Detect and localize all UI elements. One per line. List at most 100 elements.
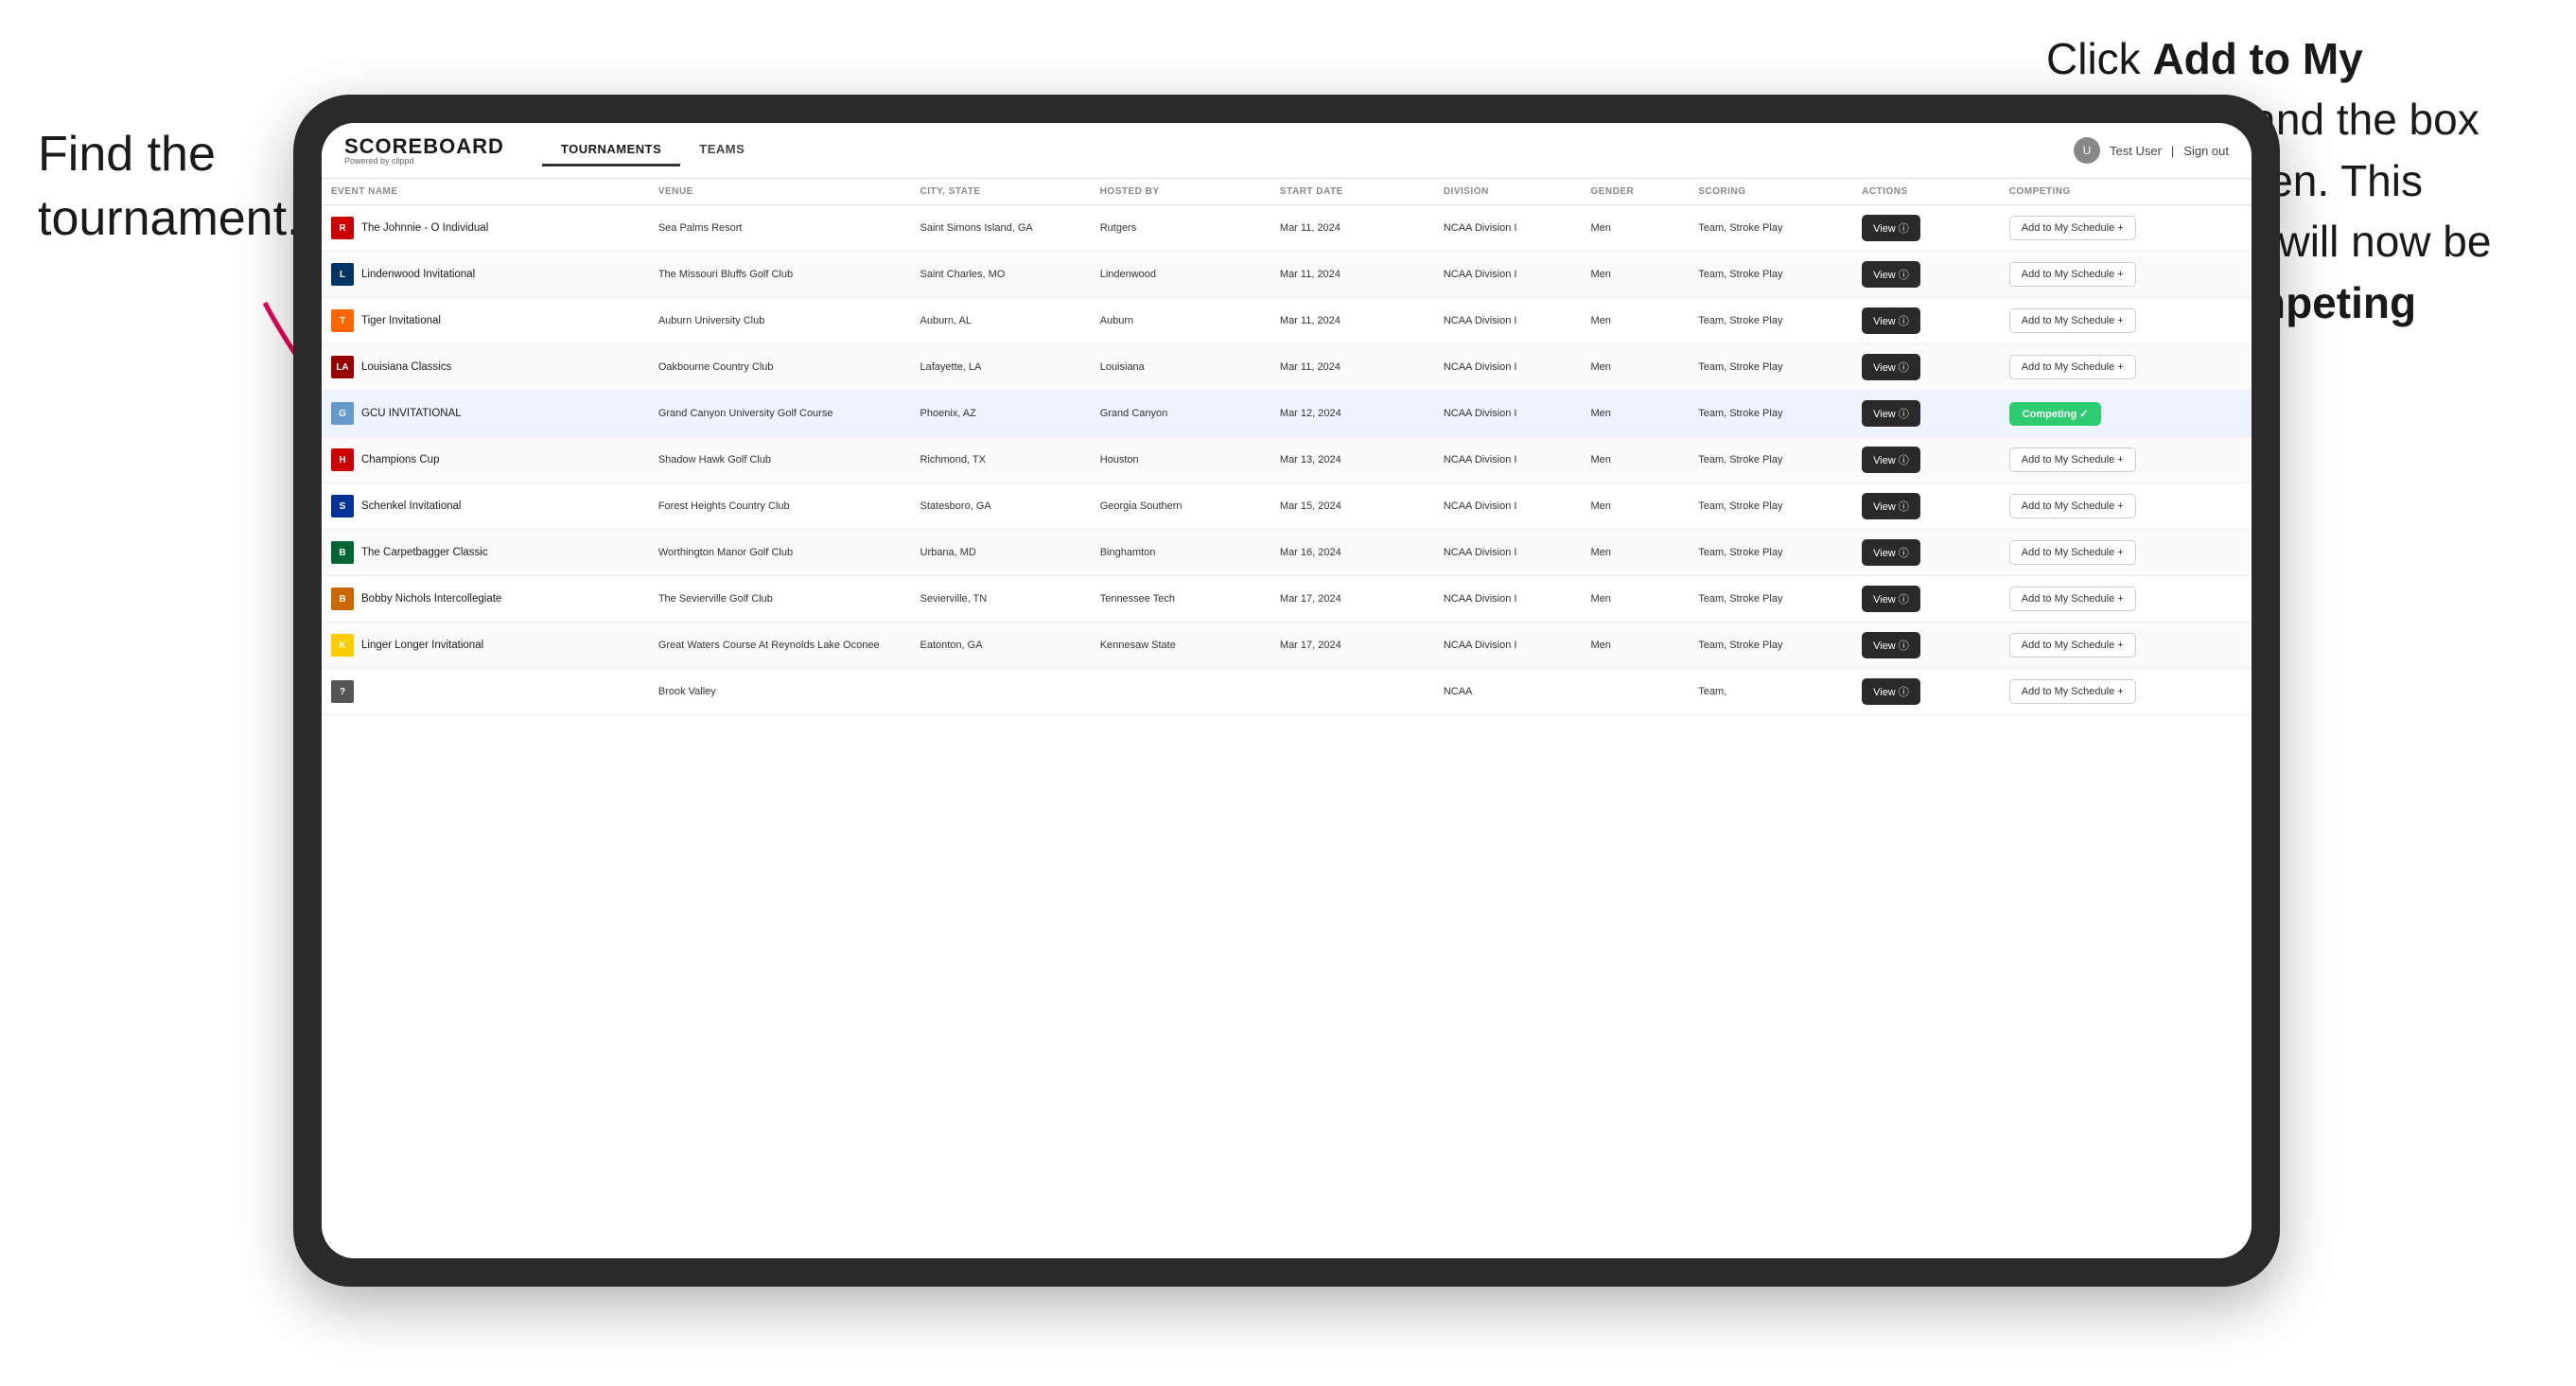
view-button[interactable]: View ⓘ (1862, 261, 1920, 288)
header-right: U Test User | Sign out (2074, 137, 2229, 164)
add-to-schedule-button[interactable]: Add to My Schedule + (2009, 216, 2136, 240)
hosted-by-cell: Grand Canyon (1091, 391, 1270, 437)
gender-cell: Men (1581, 623, 1689, 669)
add-to-schedule-button[interactable]: Add to My Schedule + (2009, 679, 2136, 704)
scoring-cell: Team, Stroke Play (1689, 623, 1852, 669)
event-name-cell: S Schenkel Invitational (322, 483, 649, 530)
actions-cell: View ⓘ (1852, 530, 2000, 576)
event-name-wrapper: H Champions Cup (331, 448, 640, 471)
division-cell: NCAA Division I (1434, 391, 1582, 437)
add-to-schedule-button[interactable]: Add to My Schedule + (2009, 447, 2136, 472)
event-name-cell: ? (322, 669, 649, 715)
hosted-by-cell: Lindenwood (1091, 252, 1270, 298)
view-button[interactable]: View ⓘ (1862, 632, 1920, 658)
col-header-hosted: HOSTED BY (1091, 179, 1270, 205)
tab-tournaments[interactable]: TOURNAMENTS (542, 134, 680, 167)
competing-button[interactable]: Competing ✓ (2009, 402, 2102, 426)
city-cell (911, 669, 1091, 715)
col-header-division: DIVISION (1434, 179, 1582, 205)
col-header-date: START DATE (1270, 179, 1434, 205)
add-to-schedule-button[interactable]: Add to My Schedule + (2009, 540, 2136, 565)
venue-cell: Auburn University Club (649, 298, 911, 344)
competing-cell: Add to My Schedule + (2000, 623, 2252, 669)
venue-cell: The Missouri Bluffs Golf Club (649, 252, 911, 298)
view-button[interactable]: View ⓘ (1862, 586, 1920, 612)
add-to-schedule-button[interactable]: Add to My Schedule + (2009, 262, 2136, 287)
actions-cell: View ⓘ (1852, 483, 2000, 530)
view-button[interactable]: View ⓘ (1862, 215, 1920, 241)
add-to-schedule-button[interactable]: Add to My Schedule + (2009, 587, 2136, 611)
event-name-text: The Carpetbagger Classic (361, 547, 488, 558)
tab-teams[interactable]: TEAMS (680, 134, 763, 167)
division-cell: NCAA Division I (1434, 298, 1582, 344)
hosted-by-cell: Kennesaw State (1091, 623, 1270, 669)
hosted-by-cell: Georgia Southern (1091, 483, 1270, 530)
add-to-schedule-button[interactable]: Add to My Schedule + (2009, 633, 2136, 658)
table-row: S Schenkel Invitational Forest Heights C… (322, 483, 2252, 530)
event-name-wrapper: T Tiger Invitational (331, 309, 640, 332)
city-cell: Lafayette, LA (911, 344, 1091, 391)
view-button[interactable]: View ⓘ (1862, 678, 1920, 705)
actions-cell: View ⓘ (1852, 437, 2000, 483)
table-header-row: EVENT NAME VENUE CITY, STATE HOSTED BY S… (322, 179, 2252, 205)
start-date-cell: Mar 16, 2024 (1270, 530, 1434, 576)
add-to-schedule-button[interactable]: Add to My Schedule + (2009, 308, 2136, 333)
hosted-by-cell: Houston (1091, 437, 1270, 483)
scoring-cell: Team, Stroke Play (1689, 391, 1852, 437)
col-header-venue: VENUE (649, 179, 911, 205)
start-date-cell: Mar 12, 2024 (1270, 391, 1434, 437)
event-name-cell: H Champions Cup (322, 437, 649, 483)
user-avatar: U (2074, 137, 2100, 164)
event-name-cell: T Tiger Invitational (322, 298, 649, 344)
table-row: R The Johnnie - O Individual Sea Palms R… (322, 205, 2252, 252)
city-cell: Saint Charles, MO (911, 252, 1091, 298)
sign-out-link[interactable]: Sign out (2183, 144, 2229, 158)
scoring-cell: Team, Stroke Play (1689, 530, 1852, 576)
table-container: EVENT NAME VENUE CITY, STATE HOSTED BY S… (322, 179, 2252, 1258)
view-button[interactable]: View ⓘ (1862, 307, 1920, 334)
venue-cell: Forest Heights Country Club (649, 483, 911, 530)
actions-cell: View ⓘ (1852, 205, 2000, 252)
table-row: B The Carpetbagger Classic Worthington M… (322, 530, 2252, 576)
event-name-text: Linger Longer Invitational (361, 640, 483, 651)
gender-cell: Men (1581, 205, 1689, 252)
team-logo: ? (331, 680, 354, 703)
col-header-gender: GENDER (1581, 179, 1689, 205)
event-name-text: Tiger Invitational (361, 315, 441, 326)
hosted-by-cell: Louisiana (1091, 344, 1270, 391)
event-name-text: Schenkel Invitational (361, 500, 461, 512)
gender-cell: Men (1581, 530, 1689, 576)
view-button[interactable]: View ⓘ (1862, 493, 1920, 519)
view-button[interactable]: View ⓘ (1862, 354, 1920, 380)
competing-cell: Add to My Schedule + (2000, 437, 2252, 483)
competing-cell: Add to My Schedule + (2000, 252, 2252, 298)
venue-cell: Grand Canyon University Golf Course (649, 391, 911, 437)
team-logo: K (331, 634, 354, 657)
actions-cell: View ⓘ (1852, 391, 2000, 437)
start-date-cell: Mar 17, 2024 (1270, 623, 1434, 669)
team-logo: B (331, 541, 354, 564)
add-to-schedule-button[interactable]: Add to My Schedule + (2009, 494, 2136, 518)
app-header: SCOREBOARD Powered by clippd TOURNAMENTS… (322, 123, 2252, 179)
scoring-cell: Team, Stroke Play (1689, 344, 1852, 391)
tablet-screen: SCOREBOARD Powered by clippd TOURNAMENTS… (322, 123, 2252, 1258)
view-button[interactable]: View ⓘ (1862, 447, 1920, 473)
actions-cell: View ⓘ (1852, 669, 2000, 715)
event-name-wrapper: R The Johnnie - O Individual (331, 217, 640, 239)
venue-cell: Worthington Manor Golf Club (649, 530, 911, 576)
venue-cell: Brook Valley (649, 669, 911, 715)
team-logo: R (331, 217, 354, 239)
view-button[interactable]: View ⓘ (1862, 539, 1920, 566)
event-name-text: The Johnnie - O Individual (361, 222, 488, 234)
event-name-text: Bobby Nichols Intercollegiate (361, 593, 501, 605)
hosted-by-cell: Rutgers (1091, 205, 1270, 252)
division-cell: NCAA Division I (1434, 437, 1582, 483)
start-date-cell: Mar 15, 2024 (1270, 483, 1434, 530)
city-cell: Statesboro, GA (911, 483, 1091, 530)
col-header-competing: COMPETING (2000, 179, 2252, 205)
add-to-schedule-button[interactable]: Add to My Schedule + (2009, 355, 2136, 379)
user-name: Test User (2110, 144, 2162, 158)
event-name-cell: LA Louisiana Classics (322, 344, 649, 391)
view-button[interactable]: View ⓘ (1862, 400, 1920, 427)
start-date-cell (1270, 669, 1434, 715)
